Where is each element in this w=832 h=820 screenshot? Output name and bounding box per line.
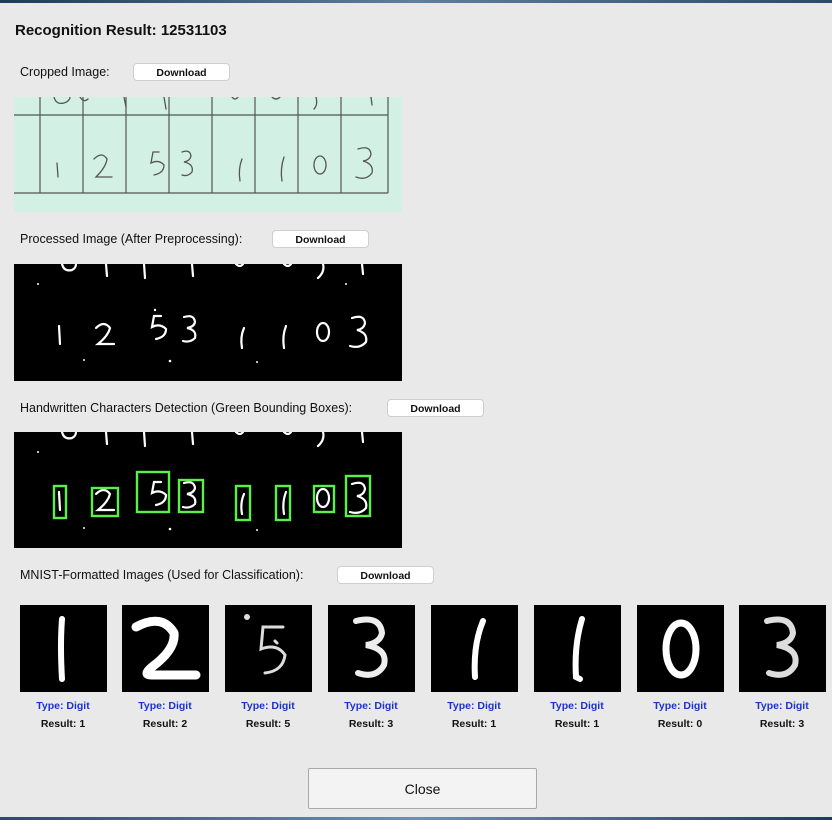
digit-result-label: Result: 1: [554, 718, 600, 730]
mnist-digit-0: [637, 605, 724, 692]
mnist-digit-1c: [534, 605, 621, 692]
digit-result-label: Result: 5: [245, 718, 291, 730]
dialog-title: Recognition Result: 12531103: [15, 22, 227, 39]
digit-result-label: Result: 0: [657, 718, 703, 730]
close-button[interactable]: Close: [308, 768, 537, 809]
digit-result-label: Result: 3: [348, 718, 394, 730]
window-top-edge: [0, 0, 832, 3]
digit-result-label: Result: 1: [451, 718, 497, 730]
mnist-digit-5: [225, 605, 312, 692]
download-processed-button[interactable]: Download: [272, 230, 369, 248]
processed-image-label: Processed Image (After Preprocessing):: [20, 232, 243, 246]
processed-image: [14, 264, 402, 381]
digit-type-label: Type: Digit: [550, 700, 604, 712]
digit-result-label: Result: 3: [759, 718, 805, 730]
download-cropped-button[interactable]: Download: [133, 63, 230, 81]
digit-type-label: Type: Digit: [138, 700, 192, 712]
mnist-digit-1b: [431, 605, 518, 692]
detection-image-label: Handwritten Characters Detection (Green …: [20, 401, 353, 415]
digit-result-label: Result: 1: [40, 718, 86, 730]
download-detection-button[interactable]: Download: [387, 399, 484, 417]
digit-type-label: Type: Digit: [447, 700, 501, 712]
digit-type-label: Type: Digit: [241, 700, 295, 712]
mnist-digit-1: [20, 605, 107, 692]
mnist-digit-3b: [739, 605, 826, 692]
mnist-images-label: MNIST-Formatted Images (Used for Classif…: [20, 568, 304, 582]
download-mnist-button[interactable]: Download: [337, 566, 434, 584]
mnist-digit-3: [328, 605, 415, 692]
digit-type-label: Type: Digit: [344, 700, 398, 712]
digit-result-label: Result: 2: [142, 718, 188, 730]
digit-type-label: Type: Digit: [36, 700, 90, 712]
mnist-digit-2: [122, 605, 209, 692]
digit-type-label: Type: Digit: [755, 700, 809, 712]
cropped-image-label: Cropped Image:: [20, 65, 110, 79]
digit-type-label: Type: Digit: [653, 700, 707, 712]
detection-image: [14, 432, 402, 548]
cropped-image: [14, 97, 402, 212]
